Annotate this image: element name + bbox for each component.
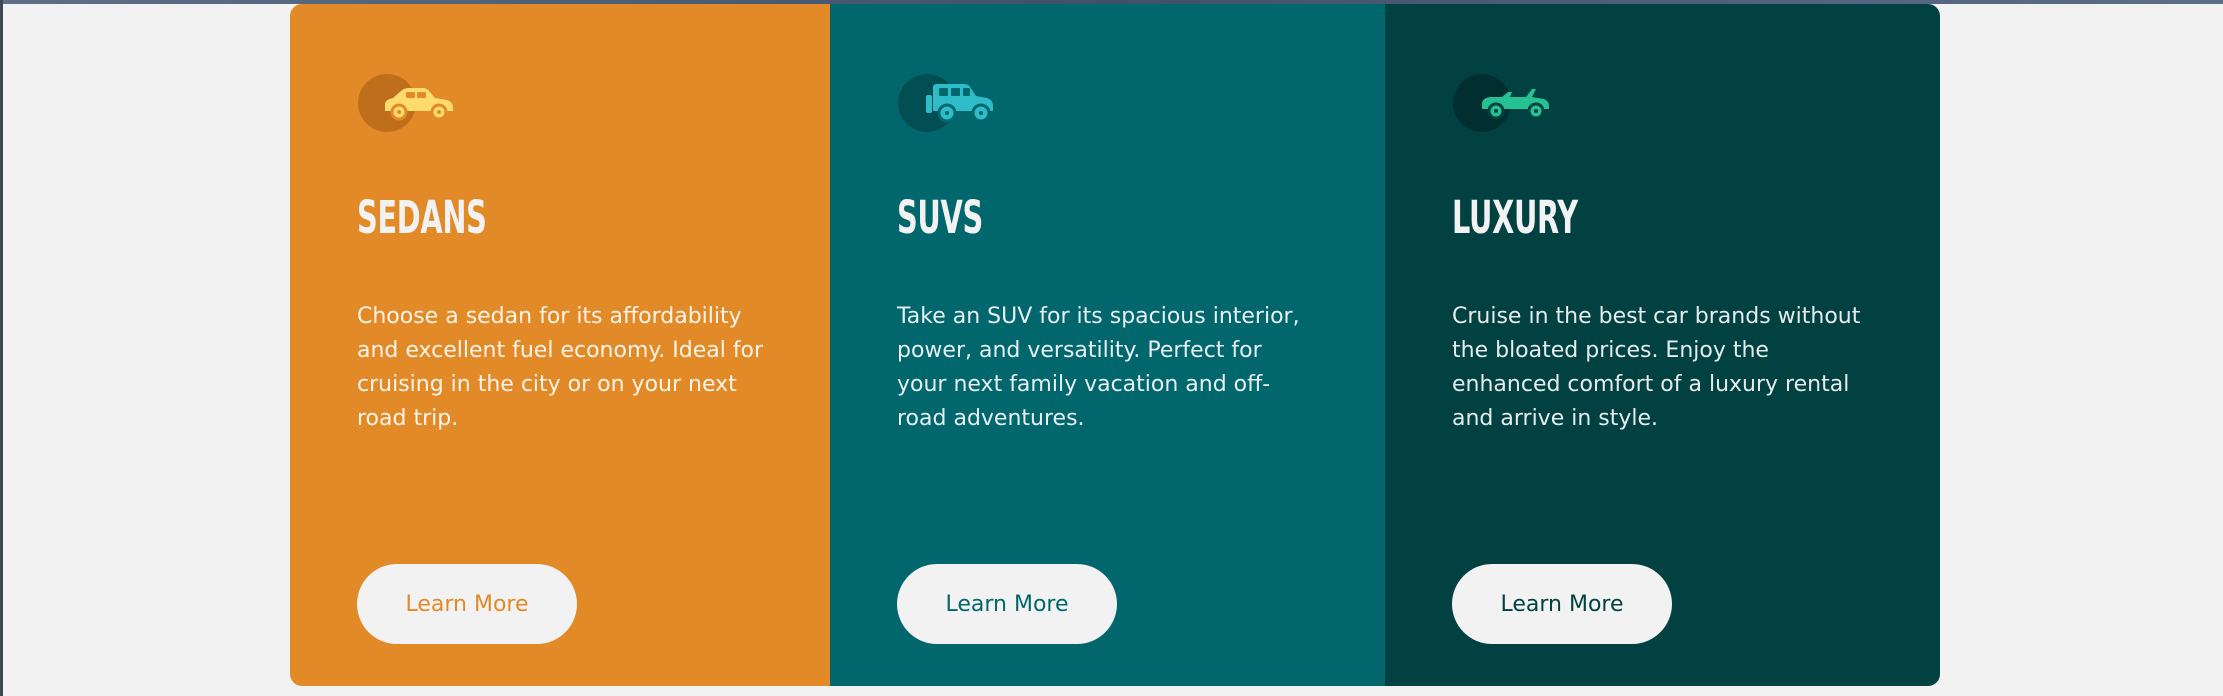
learn-more-button[interactable]: Learn More <box>357 564 577 644</box>
luxury-car-icon <box>1452 73 1562 133</box>
card-title: SEDANS <box>357 191 487 244</box>
suvs-card: SUVS Take an SUV for its spacious interi… <box>830 4 1385 686</box>
card-title: SUVS <box>897 191 983 244</box>
card-title: LUXURY <box>1452 191 1578 244</box>
card-description: Cruise in the best car brands without th… <box>1452 304 1861 431</box>
learn-more-button[interactable]: Learn More <box>1452 564 1672 644</box>
sedans-card: SEDANS Choose a sedan for its affordabil… <box>290 4 830 686</box>
sedan-icon <box>357 73 467 133</box>
car-category-cards: SEDANS Choose a sedan for its affordabil… <box>290 4 1940 686</box>
suv-icon <box>897 73 1007 133</box>
card-description: Choose a sedan for its affordability and… <box>357 304 764 431</box>
left-window-edge <box>0 0 3 696</box>
luxury-card: LUXURY Cruise in the best car brands wit… <box>1385 4 1940 686</box>
learn-more-button[interactable]: Learn More <box>897 564 1117 644</box>
card-description: Take an SUV for its spacious interior, p… <box>897 304 1300 431</box>
